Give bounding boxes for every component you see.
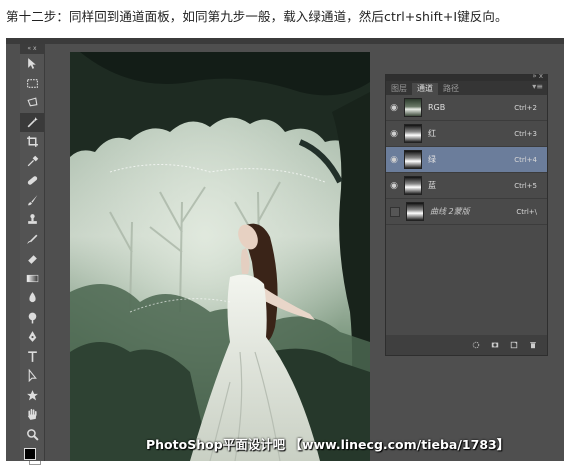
channel-name: 曲线 2蒙版 [430,207,470,216]
photoshop-window: « x PhotoShop平面设计吧 【www.linecg.com/tieba… [6,38,564,465]
toolbar-header[interactable]: « x [20,44,44,54]
history-brush-tool[interactable] [20,230,44,250]
eraser-tool[interactable] [20,249,44,269]
marquee-tool[interactable] [20,74,44,94]
window-top-bar [6,38,564,44]
channel-thumbnail [406,202,424,221]
tab-layers[interactable]: 图层 [386,83,412,95]
channel-name: 红 [428,129,436,138]
zoom-tool[interactable] [20,425,44,445]
channel-shortcut: Ctrl+5 [514,181,537,190]
eye-icon[interactable]: ◉ [386,155,402,165]
dodge-icon [28,312,36,324]
move-icon [27,58,36,70]
channel-shortcut: Ctrl+\ [516,207,537,216]
hand-tool[interactable] [20,405,44,425]
channel-shortcut: Ctrl+4 [514,155,537,164]
blur-tool[interactable] [20,288,44,308]
brush-icon [27,194,37,206]
shape-tool[interactable] [20,386,44,406]
panel-footer [386,335,547,355]
pen-tool[interactable] [20,327,44,347]
channel-shortcut: Ctrl+3 [514,129,537,138]
blur-icon [28,292,36,303]
channel-name: 蓝 [428,181,436,190]
channel-name: RGB [428,103,446,112]
color-swatches[interactable] [20,444,44,472]
healing-brush-tool[interactable] [20,171,44,191]
watermark-text: PhotoShop平面设计吧 【www.linecg.com/tieba/178… [146,437,510,452]
magic-wand-tool[interactable] [20,112,44,132]
tab-paths[interactable]: 路径 [438,83,464,95]
eye-icon[interactable]: ◉ [386,103,402,113]
eyedropper-icon [27,155,38,167]
foreground-color-swatch[interactable] [24,448,36,460]
tools-panel: « x [20,44,45,465]
healing-brush-icon [27,176,37,186]
new-channel-icon[interactable] [510,341,518,349]
channel-name: 绿 [428,155,436,164]
history-brush-icon [26,234,37,244]
marquee-icon [26,78,38,88]
crop-icon [26,136,38,148]
type-tool[interactable] [20,347,44,367]
dodge-tool[interactable] [20,308,44,328]
path-selection-icon [28,369,37,383]
load-selection-icon[interactable] [472,341,480,349]
eye-icon[interactable]: ◉ [386,129,402,139]
channel-row-green[interactable]: ◉ 绿 Ctrl+4 [386,147,547,173]
channel-row-red[interactable]: ◉ 红 Ctrl+3 [386,121,547,147]
lasso-icon [26,97,37,107]
channel-thumbnail [404,124,422,143]
eyedropper-tool[interactable] [20,152,44,172]
delete-channel-icon[interactable] [529,341,537,349]
channel-thumbnail [404,150,422,169]
brush-tool[interactable] [20,191,44,211]
tab-channels[interactable]: 通道 [412,83,438,95]
gradient-icon [26,274,38,282]
move-tool[interactable] [20,54,44,74]
gradient-tool[interactable] [20,269,44,289]
collapse-icon[interactable]: » x [532,72,543,80]
bride-photo [70,52,370,461]
channel-thumbnail [404,98,422,117]
save-selection-icon[interactable] [491,341,499,349]
channel-row-blue[interactable]: ◉ 蓝 Ctrl+5 [386,173,547,199]
path-selection-tool[interactable] [20,366,44,386]
clone-stamp-tool[interactable] [20,210,44,230]
panel-tabs: 图层 通道 路径 ▾≡ [386,81,547,95]
shape-icon [26,389,38,401]
visibility-toggle-off[interactable] [390,206,400,217]
eye-icon[interactable]: ◉ [386,181,402,191]
channel-row-curves-mask[interactable]: 曲线 2蒙版 Ctrl+\ [386,199,547,225]
crop-tool[interactable] [20,132,44,152]
document-canvas[interactable] [70,52,370,461]
pen-icon [28,331,36,343]
eraser-icon [27,255,37,265]
zoom-icon [26,428,39,441]
type-icon [27,351,37,362]
channel-shortcut: Ctrl+2 [514,103,537,112]
clone-stamp-icon [27,214,37,225]
magic-wand-icon [27,116,38,128]
tutorial-caption: 第十二步：同样回到通道面板，如同第九步一般，载入绿通道，然后ctrl+shift… [6,9,508,24]
hand-icon [27,409,37,421]
channels-panel: » x 图层 通道 路径 ▾≡ ◉ RGB Ctrl+2 ◉ 红 Ctrl+3 … [385,72,548,356]
channel-thumbnail [404,176,422,195]
panel-menu-icon[interactable]: ▾≡ [532,82,543,91]
lasso-tool[interactable] [20,93,44,113]
channel-row-rgb[interactable]: ◉ RGB Ctrl+2 [386,95,547,121]
